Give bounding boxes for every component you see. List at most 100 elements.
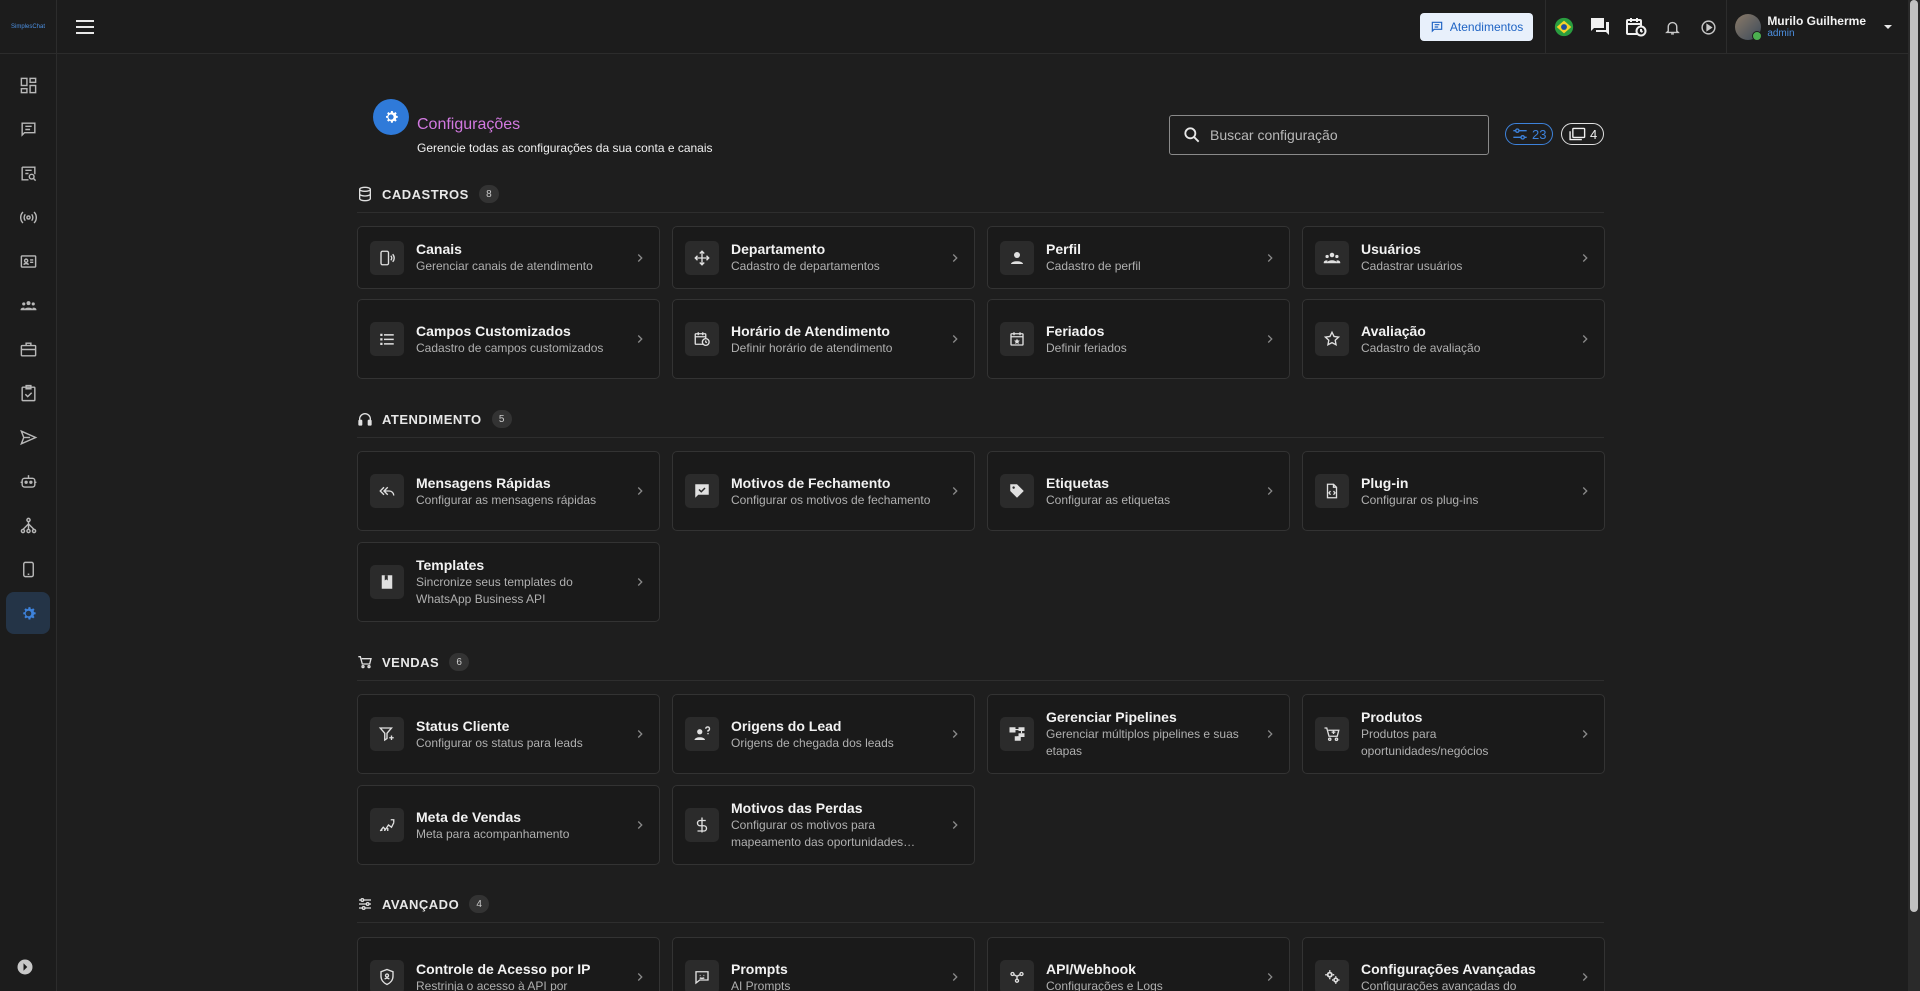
settings-card-gerenciar-pipelines[interactable]: Gerenciar Pipelines Gerenciar múltiplos p… (987, 694, 1290, 774)
settings-card-plug-in[interactable]: Plug-in Configurar os plug-ins (1302, 451, 1605, 531)
card-title: Horário de Atendimento (731, 322, 890, 339)
sidebar-item-dashboard[interactable] (6, 64, 50, 106)
sidebar-item-tasks[interactable] (6, 372, 50, 414)
gear-icon (386, 111, 398, 123)
settings-card-prompts[interactable]: Prompts AI Prompts (672, 937, 975, 991)
chevron-right-icon (1582, 253, 1588, 262)
settings-page: Configurações Gerencie todas as configur… (357, 54, 1605, 155)
settings-card-feriados[interactable]: Feriados Definir feriados (987, 299, 1290, 379)
sidebar-item-business[interactable] (6, 328, 50, 370)
card-title: API/Webhook (1046, 960, 1136, 977)
hamburger-icon (76, 20, 94, 34)
hierarchy-icon (20, 517, 36, 533)
menu-toggle-button[interactable] (73, 15, 97, 39)
sidebar-item-contacts[interactable] (6, 240, 50, 282)
card-description: Gerenciar canais de atendimento (416, 259, 593, 273)
card-description: Gerenciar múltiplos pipelines e suas eta… (1046, 727, 1239, 758)
section-count-badge: 5 (491, 410, 512, 428)
chevron-right-icon (952, 973, 958, 981)
settings-card-canais[interactable]: Canais Gerenciar canais de atendimento (357, 226, 660, 289)
settings-card-motivos-das-perdas[interactable]: Motivos das Perdas Configurar os motivos … (672, 785, 975, 865)
card-description: Origens de chegada dos leads (731, 735, 894, 750)
card-title: Meta de Vendas (416, 808, 522, 825)
card-description: Cadastro de perfil (1046, 259, 1141, 273)
sidebar-item-search-chats[interactable] (6, 152, 50, 194)
settings-card-avaliacao[interactable]: Avaliação Cadastro de avaliação (1302, 299, 1605, 379)
scrollbar[interactable] (1908, 0, 1920, 991)
search-box[interactable] (1169, 115, 1489, 155)
settings-card-etiquetas[interactable]: Etiquetas Configurar as etiquetas (987, 451, 1290, 531)
sidebar-item-send[interactable] (6, 416, 50, 458)
smartphone-icon (22, 561, 34, 577)
sidebar-item-chats[interactable] (6, 108, 50, 150)
card-description: Configurar as mensagens rápidas (416, 492, 597, 507)
settings-card-mensagens-rapidas[interactable]: Mensagens Rápidas Configurar as mensagens… (357, 451, 660, 531)
app-logo[interactable]: SimplesChat (0, 0, 56, 54)
user-role: admin (1767, 28, 1795, 39)
settings-card-configuracoes-avancadas[interactable]: Configurações Avançadas Configurações ava… (1302, 937, 1605, 991)
headset-icon (358, 413, 372, 426)
settings-card-horario-de-atendimento[interactable]: Horário de Atendimento Definir horário de… (672, 299, 975, 379)
phone-sound-icon (370, 240, 404, 275)
settings-card-controle-de-acesso-por-ip[interactable]: Controle de Acesso por IP Restrinja o ace… (357, 937, 660, 991)
sidebar-expand-button[interactable] (16, 958, 34, 981)
library-icon (1569, 127, 1586, 141)
settings-card-meta-de-vendas[interactable]: Meta de Vendas Meta para acompanhamento (357, 785, 660, 865)
tag-icon (1000, 474, 1034, 508)
cart-icon (358, 656, 372, 669)
play-button[interactable] (1693, 12, 1723, 42)
brazil-flag-icon (1555, 17, 1574, 37)
section-count-badge: 4 (469, 895, 490, 913)
settings-card-departamento[interactable]: Departamento Cadastro de departamentos (672, 226, 975, 289)
chevron-right-icon (952, 335, 958, 343)
card-title: Produtos (1361, 709, 1423, 725)
settings-card-templates[interactable]: Templates Sincronize seus templates do Wh… (357, 542, 660, 622)
settings-card-produtos[interactable]: Produtos Produtos para oportunidades/negó… (1302, 694, 1605, 774)
shield-icon (370, 960, 404, 991)
scrollbar-thumb[interactable] (1910, 0, 1918, 912)
card-description: Configurações e Logs (1046, 978, 1163, 991)
search-input[interactable] (1210, 127, 1470, 143)
groups-badge: 4 (1561, 123, 1605, 145)
language-selector[interactable] (1549, 12, 1579, 42)
card-title: Motivos de Fechamento (731, 474, 891, 491)
schedule-button[interactable] (1621, 12, 1651, 42)
settings-card-api-webhook[interactable]: API/Webhook Configurações e Logs (987, 937, 1290, 991)
messages-button[interactable] (1585, 12, 1615, 42)
user-menu[interactable]: Murilo Guilherme admin (1727, 0, 1908, 54)
book-icon (370, 565, 404, 599)
sidebar-item-groups[interactable] (6, 284, 50, 326)
card-title: Departamento (731, 241, 826, 257)
sidebar-item-mobile[interactable] (6, 548, 50, 590)
card-description: Cadastrar usuários (1361, 259, 1463, 273)
section-divider (357, 212, 1604, 213)
settings-card-origens-do-lead[interactable]: Origens do Lead Origens de chegada dos le… (672, 694, 975, 774)
settings-card-status-cliente[interactable]: Status Cliente Configurar os status para … (357, 694, 660, 774)
atendimentos-button[interactable]: Atendimentos (1419, 13, 1534, 41)
sliders-icon (1513, 128, 1527, 140)
sidebar-item-bot[interactable] (6, 460, 50, 502)
tune-icon (359, 898, 371, 910)
card-title: Plug-in (1361, 474, 1409, 491)
chevron-right-icon (1267, 335, 1273, 343)
database-icon (359, 186, 371, 202)
notifications-button[interactable] (1657, 12, 1687, 42)
settings-card-campos-customizados[interactable]: Campos Customizados Cadastro de campos cu… (357, 299, 660, 379)
chevron-right-icon (1267, 487, 1273, 495)
chat-check-icon (685, 474, 719, 508)
caret-down-icon (1884, 25, 1892, 29)
settings-card-motivos-de-fechamento[interactable]: Motivos de Fechamento Configurar os motiv… (672, 451, 975, 531)
sidebar-item-flows[interactable] (6, 504, 50, 546)
bell-icon (1664, 21, 1680, 35)
chevron-right-icon (637, 730, 643, 738)
section-title: CADASTROS (382, 186, 469, 202)
settings-card-usuarios[interactable]: Usuários Cadastrar usuários (1302, 226, 1605, 289)
person-question-icon (685, 717, 719, 751)
card-title: Origens do Lead (731, 717, 842, 734)
chevron-right-icon (952, 730, 958, 738)
section-title: VENDAS (382, 654, 440, 670)
star-icon (1315, 322, 1349, 356)
settings-card-perfil[interactable]: Perfil Cadastro de perfil (987, 226, 1290, 289)
sidebar-item-broadcast[interactable] (6, 196, 50, 238)
sidebar-item-settings[interactable] (6, 592, 50, 634)
